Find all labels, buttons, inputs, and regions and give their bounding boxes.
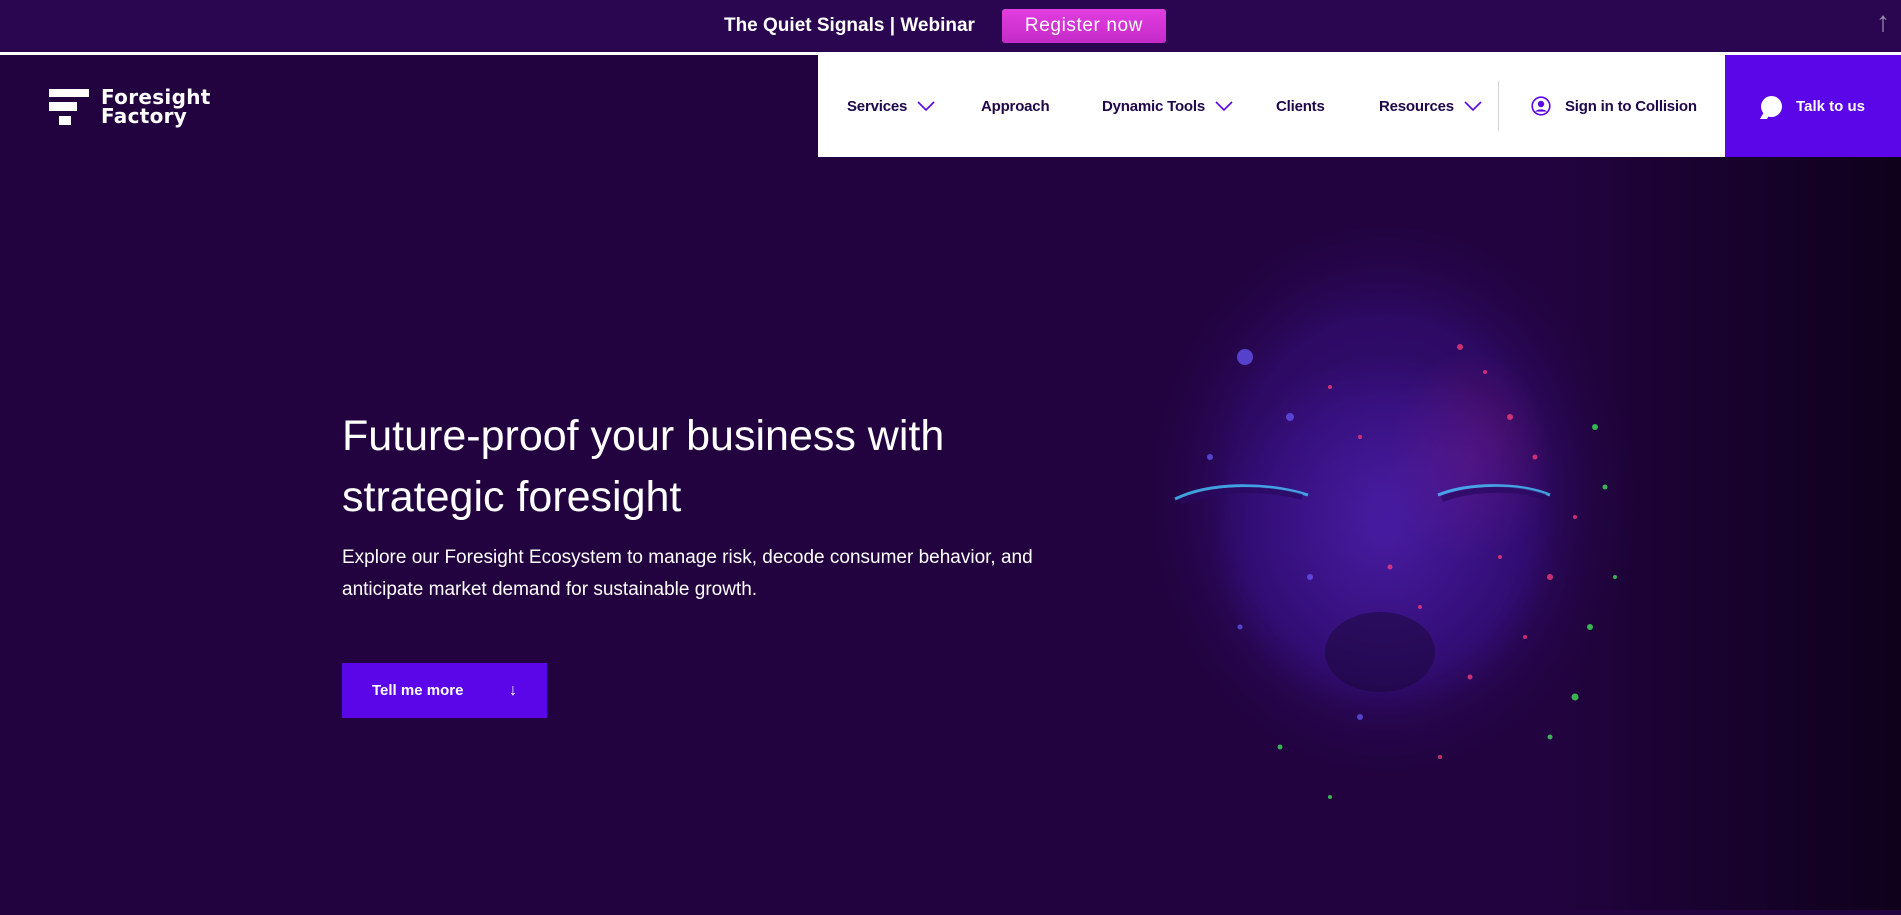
- nav-item-approach[interactable]: Approach: [981, 55, 1050, 157]
- sign-in-label: Sign in to Collision: [1565, 97, 1697, 115]
- nav-item-label: Approach: [981, 97, 1050, 115]
- nav-item-label: Resources: [1379, 97, 1454, 115]
- nav-item-dynamic-tools[interactable]: Dynamic Tools: [1102, 55, 1233, 157]
- main-navigation: Services Approach Dynamic Tools Clients …: [818, 55, 1725, 157]
- nav-item-label: Clients: [1276, 97, 1325, 115]
- logo-mark-icon: [49, 89, 89, 125]
- nav-item-services[interactable]: Services: [847, 55, 935, 157]
- arrow-up-icon[interactable]: ↑: [1871, 8, 1895, 36]
- arrow-down-icon: ↓: [509, 681, 517, 699]
- talk-to-us-button[interactable]: Talk to us: [1725, 55, 1901, 157]
- nav-item-resources[interactable]: Resources: [1379, 55, 1482, 157]
- logo-wordmark: Foresight Factory: [101, 87, 211, 128]
- site-logo[interactable]: Foresight Factory: [49, 87, 211, 128]
- nav-item-label: Services: [847, 97, 908, 115]
- nav-divider: [1498, 81, 1499, 131]
- talk-to-us-label: Talk to us: [1796, 97, 1865, 115]
- announcement-banner: The Quiet Signals | Webinar Register now…: [0, 0, 1901, 55]
- nav-item-clients[interactable]: Clients: [1276, 55, 1325, 157]
- chevron-down-icon: [1215, 101, 1233, 112]
- hero-subtitle: Explore our Foresight Ecosystem to manag…: [342, 547, 1033, 600]
- banner-title: The Quiet Signals | Webinar: [723, 15, 975, 36]
- hero-title: Future-proof your business with strategi…: [342, 412, 945, 521]
- hero-image: [1030, 157, 1901, 910]
- sign-in-link[interactable]: Sign in to Collision: [1531, 55, 1697, 157]
- chat-bubble-icon: [1761, 95, 1783, 117]
- logo-line-2: Factory: [101, 104, 188, 128]
- user-icon: [1531, 96, 1551, 116]
- chevron-down-icon: [1464, 101, 1482, 112]
- tell-me-more-button[interactable]: Tell me more ↓: [342, 663, 547, 718]
- cta-label: Tell me more: [372, 682, 464, 699]
- register-now-button[interactable]: Register now: [1001, 9, 1167, 43]
- hero-face-illustration: [1130, 227, 1640, 827]
- nav-item-label: Dynamic Tools: [1102, 97, 1205, 115]
- chevron-down-icon: [917, 101, 935, 112]
